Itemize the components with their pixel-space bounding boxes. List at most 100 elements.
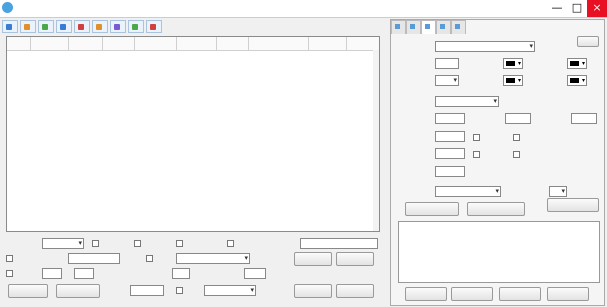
stroke-color-picker[interactable]: ▾ [567, 58, 587, 69]
subtitle-tab-icon [440, 24, 445, 29]
ud-flip-checkbox[interactable] [134, 240, 141, 247]
delete-preset-button[interactable] [451, 287, 493, 301]
frame-rate-start-input[interactable] [42, 268, 62, 279]
template-icon [60, 24, 66, 30]
watermark-checkbox[interactable] [176, 240, 183, 247]
tab-subtitle-style[interactable] [421, 20, 436, 34]
font-select[interactable] [435, 41, 535, 52]
toolbar-video-process-button[interactable] [146, 20, 162, 33]
col-status[interactable] [347, 37, 379, 50]
delete-head-input[interactable] [172, 268, 190, 279]
select-dir-button[interactable] [294, 252, 332, 266]
resolution-select[interactable] [176, 253, 250, 264]
strikeout-checkbox[interactable] [513, 151, 520, 158]
style-tab-icon [425, 24, 430, 29]
cut-tab-icon [410, 24, 415, 29]
col-size[interactable] [103, 37, 135, 50]
toolbar-sound-merge-button[interactable] [20, 20, 36, 33]
shadow-color-picker[interactable]: ▾ [567, 75, 587, 86]
preview-style-button[interactable] [405, 202, 459, 216]
resolution-checkbox[interactable] [146, 255, 153, 262]
clear-preset-button[interactable] [547, 287, 589, 301]
controls-row-4 [6, 284, 380, 298]
toolbar-super-transition-button[interactable] [74, 20, 90, 33]
toolbar-text-tts-button[interactable] [92, 20, 108, 33]
toolbar-normal-merge-button[interactable] [38, 20, 54, 33]
lr-flip-checkbox[interactable] [92, 240, 99, 247]
char-spacing-input[interactable] [435, 131, 465, 142]
table-header [7, 37, 379, 51]
maximize-button[interactable]: □ [567, 0, 587, 17]
op-mode-select[interactable] [42, 238, 84, 249]
tab-cut-rules[interactable] [406, 20, 421, 34]
effect-select[interactable] [435, 186, 501, 197]
rename-preset-button[interactable] [499, 287, 541, 301]
title-tab-icon [395, 24, 400, 29]
filter-checkbox[interactable] [227, 240, 234, 247]
stroke-color-swatch[interactable]: ▾ [503, 75, 523, 86]
font-size-input[interactable] [435, 58, 459, 69]
open-dir-button[interactable] [336, 252, 374, 266]
use-recommended-button[interactable] [547, 198, 599, 212]
frame-tab-icon [455, 24, 460, 29]
bold-checkbox[interactable] [473, 134, 480, 141]
position-select[interactable] [435, 96, 499, 107]
transition-icon [78, 24, 84, 30]
toolbar-video-extract-button[interactable] [2, 20, 18, 33]
col-resolution[interactable] [177, 37, 217, 50]
bitrate-input[interactable] [130, 285, 164, 296]
col-video-name[interactable] [31, 37, 69, 50]
toolbar-cover-capture-button[interactable] [110, 20, 126, 33]
tab-subtitle[interactable] [436, 20, 451, 34]
help-button[interactable] [577, 36, 599, 47]
save-preset-button[interactable] [467, 202, 525, 216]
underline-checkbox[interactable] [473, 151, 480, 158]
clear-video-button[interactable] [56, 284, 100, 298]
scroll-speed-select[interactable] [549, 186, 567, 197]
settings-panel: ▾ ▾ ▾ ▾ [390, 19, 605, 306]
toolbar-image-to-video-button[interactable] [128, 20, 144, 33]
top-margin-input[interactable] [505, 113, 531, 124]
rotate-checkbox[interactable] [176, 287, 183, 294]
pull-frame-checkbox[interactable] [6, 270, 13, 277]
table-scrollbar[interactable] [373, 50, 379, 231]
save-dir-input[interactable] [300, 238, 378, 249]
delete-tail-input[interactable] [244, 268, 266, 279]
title-bar: — □ × [0, 0, 607, 18]
close-button[interactable]: × [587, 0, 607, 17]
font-color-picker[interactable]: ▾ [503, 58, 523, 69]
tab-export-title[interactable] [391, 20, 406, 34]
toolbar-template-video-button[interactable] [56, 20, 72, 33]
rotate-crop-checkbox[interactable] [6, 255, 13, 262]
frame-rate-end-input[interactable] [74, 268, 94, 279]
text-icon [96, 24, 102, 30]
bottom-controls [6, 234, 380, 304]
stroke-size-select[interactable] [435, 75, 459, 86]
angle-input[interactable] [435, 166, 465, 177]
col-path[interactable] [69, 37, 103, 50]
preset-list[interactable] [398, 221, 600, 283]
start-button[interactable] [294, 284, 332, 298]
col-index[interactable] [7, 37, 31, 50]
left-margin-input[interactable] [435, 113, 465, 124]
col-crop-params[interactable] [249, 37, 309, 50]
frame-range-input[interactable] [68, 253, 120, 264]
controls-row-1 [6, 238, 380, 252]
load-video-button[interactable] [8, 284, 48, 298]
stop-button[interactable] [336, 284, 374, 298]
tab-video-frame[interactable] [451, 20, 466, 34]
cover-icon [114, 24, 120, 30]
modify-preset-button[interactable] [405, 287, 447, 301]
line-spacing-input[interactable] [435, 148, 465, 159]
right-margin-input[interactable] [571, 113, 597, 124]
extract-icon [6, 24, 12, 30]
rotate-select[interactable] [204, 285, 256, 296]
col-frame-rate[interactable] [217, 37, 249, 50]
col-current-op[interactable] [309, 37, 347, 50]
video-list-table[interactable] [6, 36, 380, 232]
col-duration[interactable] [135, 37, 177, 50]
controls-row-3 [6, 268, 380, 282]
italic-checkbox[interactable] [513, 134, 520, 141]
minimize-button[interactable]: — [547, 0, 567, 17]
main-toolbar [2, 20, 380, 33]
